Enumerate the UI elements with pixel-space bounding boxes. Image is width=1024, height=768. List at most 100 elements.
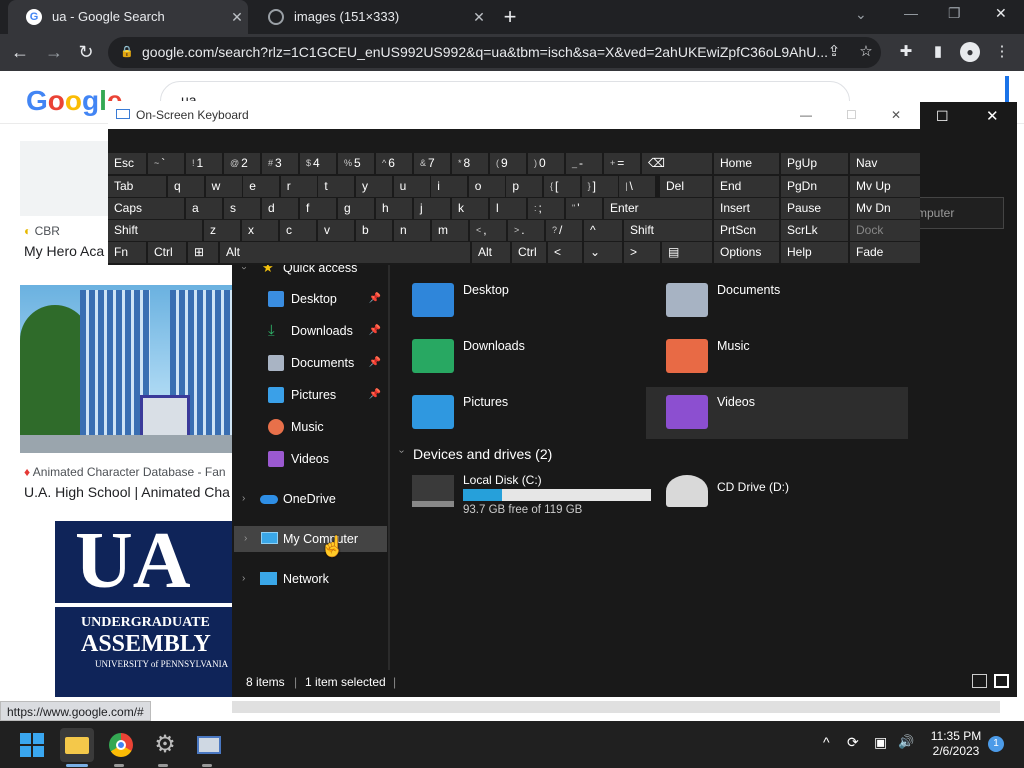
nav-my-computer[interactable]: › My Computer <box>234 526 387 552</box>
nav-network[interactable]: › Network <box>232 566 387 592</box>
key-insert[interactable]: Insert <box>714 198 779 219</box>
key[interactable]: ^ 6 <box>376 153 412 174</box>
nav-item-desktop[interactable]: Desktop 📌 <box>232 286 387 312</box>
key-delete[interactable]: Del <box>660 176 712 197</box>
key-shift-left[interactable]: Shift <box>108 220 202 241</box>
key[interactable]: o <box>468 176 505 197</box>
maximize-button[interactable]: ☐ <box>936 108 949 125</box>
key-esc[interactable]: Esc <box>108 153 146 174</box>
key-pause[interactable]: Pause <box>781 198 848 219</box>
profile-avatar-icon[interactable]: ● <box>960 42 980 62</box>
sync-icon[interactable]: ⟳ <box>847 734 859 751</box>
back-button[interactable]: ← <box>6 34 34 71</box>
key-alt-left[interactable]: Alt <box>220 242 470 263</box>
key[interactable]: c <box>280 220 316 241</box>
chrome-taskbar-icon[interactable] <box>104 728 138 762</box>
key-ctrl-right[interactable]: Ctrl <box>512 242 546 263</box>
side-panel-icon[interactable]: ▮ <box>928 42 948 62</box>
key-arrow-down[interactable]: ⌄ <box>584 242 622 263</box>
extensions-icon[interactable]: ✚ <box>896 42 916 62</box>
folder-documents[interactable]: Documents <box>646 275 876 327</box>
drive-c[interactable]: Local Disk (C:) 93.7 GB free of 119 GB <box>392 471 654 521</box>
menu-kebab-icon[interactable]: ⋮ <box>992 42 1012 62</box>
key-end[interactable]: End <box>714 176 779 197</box>
key-home[interactable]: Home <box>714 153 779 174</box>
result-title[interactable]: My Hero Aca <box>24 243 104 259</box>
forward-button[interactable]: → <box>40 34 68 71</box>
folder-desktop[interactable]: Desktop <box>392 275 622 327</box>
folder-videos[interactable]: Videos <box>646 387 908 439</box>
key-fade[interactable]: Fade <box>850 242 920 263</box>
key[interactable]: f <box>300 198 336 219</box>
osk-close-button[interactable]: ✕ <box>891 101 901 129</box>
key-caps-lock[interactable]: Caps <box>108 198 184 219</box>
key[interactable]: e <box>243 176 280 197</box>
key[interactable]: #3 <box>262 153 298 174</box>
tab-close-icon[interactable]: ✕ <box>468 0 490 34</box>
key[interactable]: u <box>393 176 430 197</box>
key[interactable]: t <box>318 176 355 197</box>
key-nav[interactable]: Nav <box>850 153 920 174</box>
key[interactable]: l <box>490 198 526 219</box>
tab-google-search[interactable]: G ua - Google Search ✕ <box>8 0 248 34</box>
result-title[interactable]: U.A. High School | Animated Cha <box>24 484 230 500</box>
share-icon[interactable]: ⇪ <box>824 42 844 62</box>
network-status-icon[interactable]: ▣ <box>874 734 887 751</box>
folder-pictures[interactable]: Pictures <box>392 387 622 439</box>
osk-taskbar-icon[interactable] <box>192 728 226 762</box>
start-button[interactable] <box>15 728 49 762</box>
key[interactable]: z <box>204 220 240 241</box>
section-header[interactable]: Devices and drives (2) <box>413 446 552 462</box>
reload-button[interactable]: ↻ <box>72 34 100 71</box>
nav-item-videos[interactable]: Videos <box>232 446 387 472</box>
key[interactable]: x <box>242 220 278 241</box>
key[interactable]: ? / <box>546 220 582 241</box>
key-enter[interactable]: Enter <box>604 198 712 219</box>
key[interactable]: q <box>168 176 204 197</box>
key[interactable]: h <box>376 198 412 219</box>
key-prtscn[interactable]: PrtScn <box>714 220 779 241</box>
key-arrow-up[interactable]: ^ <box>584 220 622 241</box>
key[interactable]: a <box>186 198 222 219</box>
nav-item-documents[interactable]: Documents 📌 <box>232 350 387 376</box>
key-fn[interactable]: Fn <box>108 242 146 263</box>
key[interactable]: m <box>432 220 468 241</box>
key[interactable]: + = <box>604 153 640 174</box>
horizontal-scrollbar[interactable] <box>232 701 1000 713</box>
key-pgdn[interactable]: PgDn <box>781 176 848 197</box>
osk-minimize-button[interactable]: — <box>800 101 812 129</box>
key-mv-up[interactable]: Mv Up <box>850 176 920 197</box>
key-arrow-left[interactable]: < <box>548 242 582 263</box>
details-view-icon[interactable] <box>972 674 987 688</box>
pane-divider[interactable] <box>388 255 390 670</box>
key[interactable]: & 7 <box>414 153 450 174</box>
key-tab[interactable]: Tab <box>108 176 166 197</box>
folder-music[interactable]: Music <box>646 331 876 383</box>
restore-button[interactable]: ❐ <box>948 5 961 22</box>
key[interactable]: k <box>452 198 488 219</box>
nav-item-music[interactable]: Music <box>232 414 387 440</box>
key[interactable]: " ' <box>566 198 602 219</box>
close-button[interactable]: ✕ <box>986 107 999 125</box>
key[interactable]: {[ <box>544 176 580 197</box>
key[interactable]: >. <box>508 220 544 241</box>
key[interactable]: i <box>431 176 468 197</box>
key-dock[interactable]: Dock <box>850 220 920 241</box>
key-menu[interactable]: ▤ <box>662 242 712 263</box>
key-backspace[interactable]: ⌫ <box>642 153 712 174</box>
key[interactable]: :; <box>528 198 564 219</box>
key-windows[interactable]: ⊞ <box>188 242 218 263</box>
key[interactable]: b <box>356 220 392 241</box>
key[interactable]: r <box>280 176 317 197</box>
key[interactable]: d <box>262 198 298 219</box>
key[interactable]: p <box>506 176 543 197</box>
show-hidden-icons-chevron-icon[interactable]: ^ <box>823 734 830 750</box>
key-scrlk[interactable]: ScrLk <box>781 220 848 241</box>
image-result-thumbnail[interactable] <box>20 285 232 453</box>
key[interactable]: ) 0 <box>528 153 564 174</box>
drive-d[interactable]: CD Drive (D:) <box>646 471 908 521</box>
key-mv-dn[interactable]: Mv Dn <box>850 198 920 219</box>
key[interactable]: | \ <box>619 176 656 197</box>
key[interactable]: s <box>224 198 260 219</box>
clock[interactable]: 11:35 PM 2/6/2023 <box>926 729 986 759</box>
